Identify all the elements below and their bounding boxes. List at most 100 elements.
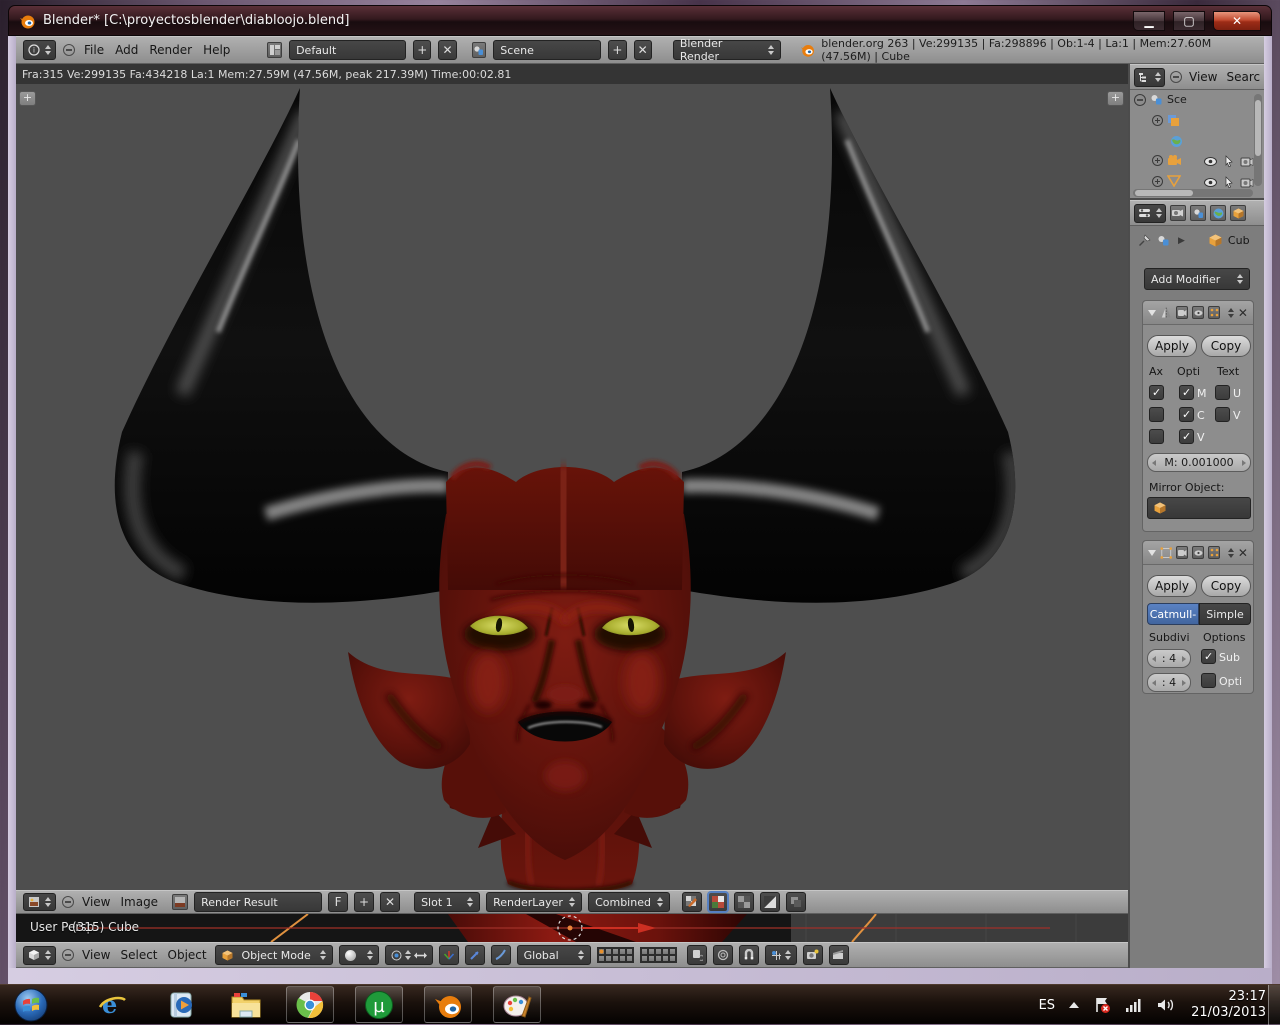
collapse-menus-icon[interactable] bbox=[62, 896, 74, 908]
viewport-3d-strip[interactable]: User Persp (315) Cube bbox=[16, 914, 1128, 942]
expand-properties-tab[interactable]: + bbox=[1107, 91, 1124, 106]
merge-limit-slider[interactable]: M: 0.001000 bbox=[1147, 453, 1251, 472]
outliner-row-camera[interactable] bbox=[1152, 154, 1182, 167]
menu-object[interactable]: Object bbox=[166, 948, 209, 962]
draw-alpha-only-toggle[interactable] bbox=[734, 892, 754, 912]
add-modifier-button[interactable]: Add Modifier bbox=[1144, 268, 1250, 290]
image-name-field[interactable]: Render Result bbox=[194, 892, 322, 912]
outliner-row-scene[interactable]: Sce bbox=[1134, 93, 1187, 106]
minimize-button[interactable]: ▁ bbox=[1133, 11, 1165, 31]
action-center-flag-icon[interactable] bbox=[1093, 996, 1111, 1014]
hidden-icons-chevron[interactable] bbox=[1069, 1002, 1079, 1008]
menu-view[interactable]: View bbox=[1187, 70, 1219, 84]
mirror-object-field[interactable] bbox=[1147, 497, 1251, 519]
new-image-button[interactable]: + bbox=[354, 892, 374, 912]
editor-type-selector[interactable]: i bbox=[23, 40, 56, 60]
copy-button[interactable]: Copy bbox=[1201, 575, 1251, 597]
draw-alpha-toggle[interactable] bbox=[708, 892, 728, 912]
menu-render[interactable]: Render bbox=[147, 43, 194, 57]
scale-manipulator-button[interactable] bbox=[491, 945, 511, 965]
render-opengl-button[interactable] bbox=[803, 945, 823, 965]
merge-checkbox[interactable] bbox=[1179, 385, 1194, 400]
editmode-visibility-toggle[interactable] bbox=[1208, 306, 1220, 319]
editor-type-selector[interactable] bbox=[1134, 204, 1166, 223]
scene-breadcrumb-icon[interactable] bbox=[1157, 234, 1172, 247]
subdivide-uvs-checkbox[interactable] bbox=[1201, 649, 1216, 664]
taskbar-clock[interactable]: 23:17 21/03/2013 bbox=[1191, 989, 1266, 1021]
scene-field[interactable]: Scene bbox=[493, 40, 601, 60]
editor-type-selector[interactable] bbox=[23, 893, 56, 911]
proportional-edit-button[interactable] bbox=[713, 945, 733, 965]
renderable-camera-icon[interactable] bbox=[1240, 156, 1254, 167]
delete-layout-button[interactable]: ✕ bbox=[438, 40, 456, 60]
maximize-button[interactable]: ▢ bbox=[1173, 11, 1205, 31]
mode-select[interactable]: Object Mode bbox=[215, 945, 333, 965]
outliner-tree[interactable]: Sce bbox=[1130, 90, 1264, 198]
editor-type-selector[interactable] bbox=[23, 946, 56, 965]
collapse-icon[interactable] bbox=[1134, 94, 1146, 106]
editmode-visibility-toggle[interactable] bbox=[1208, 546, 1220, 559]
viewport-visibility-toggle[interactable] bbox=[1192, 306, 1204, 319]
layers-grid-right[interactable] bbox=[640, 947, 677, 963]
selectable-cursor-icon[interactable] bbox=[1224, 176, 1234, 189]
render-engine-select[interactable]: Blender Render bbox=[673, 40, 781, 60]
menu-image[interactable]: Image bbox=[118, 895, 160, 909]
snap-toggle-button[interactable] bbox=[739, 945, 759, 965]
translate-manipulator-button[interactable] bbox=[439, 945, 459, 965]
outliner-row-world[interactable] bbox=[1170, 135, 1183, 151]
internet-explorer-icon[interactable]: e bbox=[96, 989, 128, 1021]
image-paint-toggle[interactable] bbox=[682, 892, 702, 912]
delete-scene-button[interactable]: ✕ bbox=[634, 40, 652, 60]
screen-layout-field[interactable]: Default bbox=[289, 40, 406, 60]
visibility-eye-icon[interactable] bbox=[1204, 178, 1217, 187]
viewport-visibility-toggle[interactable] bbox=[1192, 546, 1204, 559]
menu-select[interactable]: Select bbox=[118, 948, 159, 962]
window-titlebar[interactable]: Blender* [C:\proyectosblender\diabloojo.… bbox=[8, 5, 1272, 36]
collapse-menus-icon[interactable] bbox=[62, 949, 74, 961]
layers-grid-left[interactable] bbox=[597, 947, 634, 963]
move-modifier-buttons[interactable] bbox=[1228, 548, 1234, 558]
expand-icon[interactable] bbox=[1152, 176, 1163, 187]
collapse-menus-icon[interactable] bbox=[63, 44, 75, 56]
screen-layout-icon[interactable] bbox=[267, 42, 282, 58]
clipping-checkbox[interactable] bbox=[1179, 407, 1194, 422]
copy-button[interactable]: Copy bbox=[1201, 335, 1251, 357]
menu-add[interactable]: Add bbox=[113, 43, 140, 57]
menu-view[interactable]: View bbox=[80, 948, 112, 962]
manipulator-toggle-icon[interactable] bbox=[414, 950, 427, 961]
render-pass-select[interactable]: Combined bbox=[588, 892, 670, 912]
render-opengl-anim-button[interactable] bbox=[829, 945, 849, 965]
collapse-menus-icon[interactable] bbox=[1170, 71, 1182, 83]
viewport-shading-select[interactable] bbox=[339, 945, 379, 965]
subdivision-type-simple-button[interactable]: Simple bbox=[1199, 603, 1251, 625]
outliner-row-renderlayers[interactable] bbox=[1152, 114, 1180, 127]
vgroups-checkbox[interactable] bbox=[1179, 429, 1194, 444]
draw-channels-toggle[interactable] bbox=[786, 892, 806, 912]
menu-file[interactable]: File bbox=[82, 43, 106, 57]
render-visibility-toggle[interactable] bbox=[1176, 546, 1188, 559]
scene-icon[interactable] bbox=[472, 42, 487, 58]
lock-to-scene-toggle[interactable] bbox=[687, 945, 707, 965]
outliner-vscrollbar[interactable] bbox=[1254, 94, 1262, 186]
language-indicator[interactable]: ES bbox=[1039, 998, 1055, 1013]
menu-view[interactable]: View bbox=[80, 895, 112, 909]
media-player-icon[interactable] bbox=[166, 989, 198, 1021]
expand-panel-icon[interactable] bbox=[1148, 310, 1156, 316]
textures-u-checkbox[interactable] bbox=[1215, 385, 1230, 400]
slot-select[interactable]: Slot 1 bbox=[414, 892, 480, 912]
tab-render[interactable] bbox=[1170, 205, 1186, 221]
apply-button[interactable]: Apply bbox=[1147, 575, 1197, 597]
snap-element-select[interactable] bbox=[765, 945, 797, 965]
expand-icon[interactable] bbox=[1152, 115, 1163, 126]
outliner-hscrollbar[interactable] bbox=[1133, 189, 1253, 197]
blender-taskbar-button[interactable] bbox=[424, 986, 472, 1023]
utorrent-taskbar-button[interactable]: µ bbox=[355, 986, 403, 1023]
paint-taskbar-button[interactable] bbox=[493, 986, 541, 1023]
menu-help[interactable]: Help bbox=[201, 43, 232, 57]
add-scene-button[interactable]: + bbox=[608, 40, 626, 60]
pin-icon[interactable] bbox=[1138, 234, 1151, 247]
delete-modifier-icon[interactable]: ✕ bbox=[1238, 306, 1248, 320]
visibility-eye-icon[interactable] bbox=[1204, 157, 1217, 166]
mirror-modifier-header[interactable]: ✕ bbox=[1143, 301, 1253, 325]
move-modifier-buttons[interactable] bbox=[1228, 308, 1234, 318]
